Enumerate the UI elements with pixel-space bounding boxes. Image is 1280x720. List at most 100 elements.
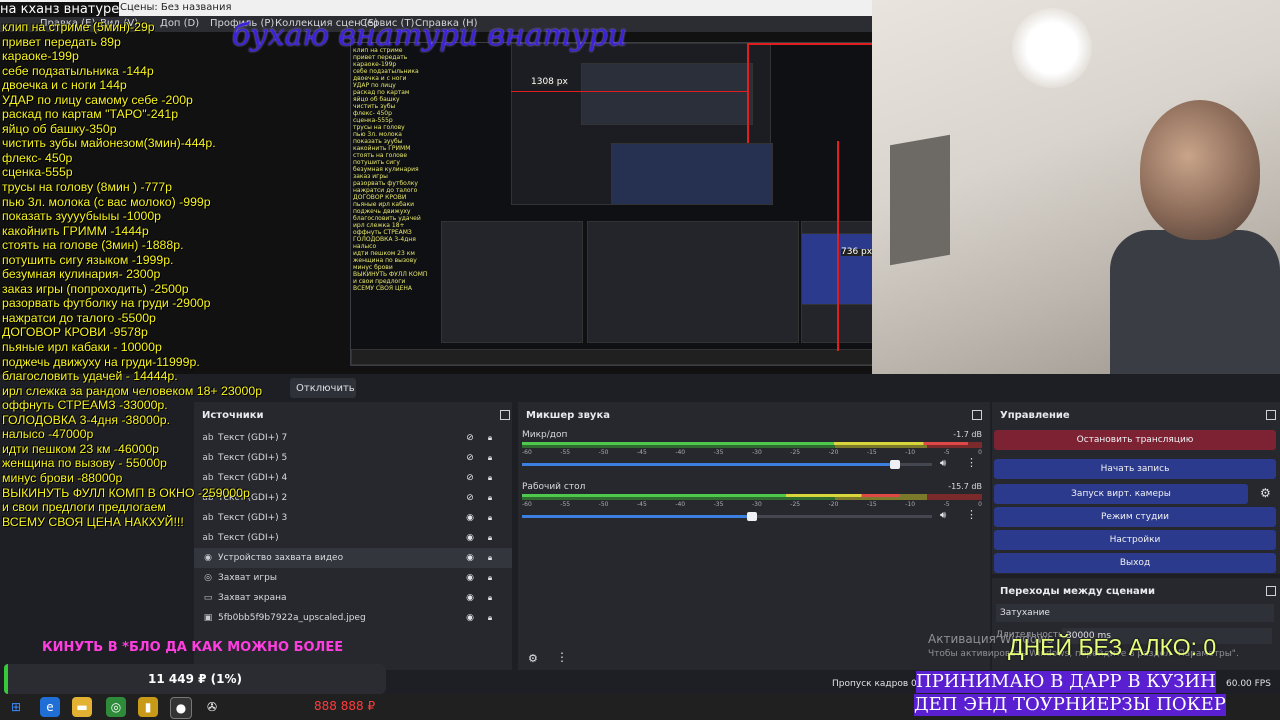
price-list-item: разорвать футболку на груди -2900р [2, 296, 211, 311]
lock-icon[interactable]: 🔒︎ [484, 528, 496, 548]
audio-level-meter [522, 442, 982, 448]
meter-tick-label: -45 [636, 501, 647, 508]
eye-icon[interactable]: ◉ [464, 548, 476, 568]
meter-ticks: -60 -55 -50 -45 -40 -35 -30 -25 -20 -15 -10 -5 0 [522, 449, 982, 456]
source-item[interactable]: ▭ Захват экрана ◉ 🔒︎ [194, 588, 512, 608]
price-list-item: женщина по вызову - 55000р [2, 456, 167, 471]
text-icon: ab [202, 533, 214, 543]
mixer-menu-kebab-icon[interactable]: ⋮ [556, 650, 568, 664]
virtual-camera-button[interactable]: Запуск вирт. камеры [994, 484, 1248, 504]
chrome-browser-icon[interactable]: ◎ [106, 697, 126, 717]
lock-icon[interactable]: 🔒︎ [484, 468, 496, 488]
meter-tick-label: -50 [598, 449, 609, 456]
meter-tick-label: -60 [522, 449, 532, 456]
price-list-item: ВЫКИНУТЬ ФУЛЛ КОМП В ОКНО -259000р [2, 485, 250, 500]
price-list-item: караоке-199р [2, 49, 79, 64]
mixer-settings-gear-icon[interactable]: ⚙ [528, 652, 538, 665]
price-list-item: двоечка и с ноги 144р [2, 78, 127, 93]
meter-tick-label: -10 [905, 449, 916, 456]
lock-icon[interactable]: 🔒︎ [484, 588, 496, 608]
eye-icon[interactable]: ◉ [464, 528, 476, 548]
eye-hidden-icon[interactable]: ⊘ [464, 448, 476, 468]
price-list-item: ДОГОВОР КРОВИ -9578р [2, 325, 148, 340]
donation-price-list: клип на стриме (5мин)-29р привет передать… [2, 4, 292, 529]
sources-undock-icon[interactable] [500, 410, 510, 420]
volume-slider[interactable] [522, 460, 932, 469]
nested-px-label-2: 736 px [841, 247, 873, 257]
obs-studio-icon[interactable]: ● [170, 697, 192, 719]
price-list-item: какойнить ГРИММ -1444р [2, 223, 149, 238]
controls-title: Управление [1000, 410, 1070, 421]
meter-tick-label: -10 [905, 501, 916, 508]
lock-icon[interactable]: 🔒︎ [484, 488, 496, 508]
start-menu-icon[interactable]: ⊞ [6, 697, 26, 717]
lock-icon[interactable]: 🔒︎ [484, 548, 496, 568]
eye-icon[interactable]: ◉ [464, 588, 476, 608]
edge-browser-icon[interactable]: e [40, 697, 60, 717]
eye-hidden-icon[interactable]: ⊘ [464, 428, 476, 448]
stop-stream-button[interactable]: Остановить трансляцию [994, 430, 1276, 450]
mixer-channel-db: -1.7 dB [953, 430, 982, 439]
yellow-app-icon[interactable]: ▮ [138, 697, 158, 717]
disconnect-button[interactable]: Отключить [290, 378, 356, 398]
meter-tick-label: -5 [943, 501, 950, 508]
meter-tick-label: -30 [751, 501, 762, 508]
speaker-icon[interactable]: 🔊︎ [940, 458, 946, 469]
transitions-undock-icon[interactable] [1266, 586, 1276, 596]
webcam-person-body [1110, 230, 1280, 374]
source-item[interactable]: ▣ 5fb0bb5f9b7922a_upscaled.jpeg ◉ 🔒︎ [194, 608, 512, 628]
source-item[interactable]: ◎ Захват игры ◉ 🔒︎ [194, 568, 512, 588]
channel-menu-kebab-icon[interactable]: ⋮ [966, 508, 977, 521]
mixer-title: Микшер звука [526, 410, 610, 421]
webcam-person-head [1140, 100, 1260, 240]
mixer-channel-db: -15.7 dB [948, 482, 982, 491]
price-list-item: потушить сигу языком -1999р. [2, 252, 174, 267]
camera-icon: ◉ [204, 553, 212, 563]
eye-hidden-icon[interactable]: ⊘ [464, 468, 476, 488]
volume-slider[interactable] [522, 512, 932, 521]
lock-icon[interactable]: 🔒︎ [484, 608, 496, 628]
volume-slider-handle[interactable] [746, 512, 757, 521]
mixer-channel-name: Рабочий стол [522, 482, 586, 492]
eye-icon[interactable]: ◉ [464, 508, 476, 528]
lock-icon[interactable]: 🔒︎ [484, 568, 496, 588]
lock-icon[interactable]: 🔒︎ [484, 448, 496, 468]
eye-icon[interactable]: ◉ [464, 608, 476, 628]
audio-level-meter-fill [522, 442, 969, 445]
meter-tick-label: -15 [866, 501, 877, 508]
transition-type-select[interactable]: Затухание [996, 604, 1274, 622]
source-item[interactable]: ab Текст (GDI+) ◉ 🔒︎ [194, 528, 512, 548]
donation-goal-title: КИНУТЬ В *БЛО ДА КАК МОЖНО БОЛЕЕ [42, 640, 344, 655]
meter-tick-label: -30 [751, 449, 762, 456]
channel-menu-kebab-icon[interactable]: ⋮ [966, 456, 977, 469]
price-list-item: безумная кулинария- 2300р [2, 267, 161, 282]
price-list-item: пьяные ирл кабаки - 10000р [2, 340, 162, 355]
audio-mixer-dock: Микшер звука Микр/доп -1.7 dB -60 -55 -50 -45… [518, 402, 990, 670]
settings-button[interactable]: Настройки [994, 530, 1276, 550]
virtual-camera-settings-gear-icon[interactable]: ⚙ [1260, 486, 1271, 500]
source-item-label: Захват игры [218, 573, 277, 583]
eye-hidden-icon[interactable]: ⊘ [464, 488, 476, 508]
exit-button[interactable]: Выход [994, 553, 1276, 573]
file-explorer-icon[interactable]: ▬ [72, 697, 92, 717]
meter-tick-label: -25 [790, 449, 801, 456]
steam-icon[interactable]: ✇ [202, 697, 222, 717]
mixer-channel: Рабочий стол -15.7 dB -60 -55 -50 -45 -40 -35 -3… [522, 482, 982, 528]
meter-tick-label: 0 [978, 449, 982, 456]
price-list-item: идти пешком 23 км -46000р [2, 441, 160, 456]
eye-icon[interactable]: ◉ [464, 568, 476, 588]
speaker-icon[interactable]: 🔊︎ [940, 510, 946, 521]
meter-tick-label: -40 [675, 501, 686, 508]
volume-slider-handle[interactable] [890, 460, 901, 469]
mixer-channels: Микр/доп -1.7 dB -60 -55 -50 -45 -40 -35 -30 -25-… [518, 430, 990, 630]
start-recording-button[interactable]: Начать запись [994, 459, 1276, 479]
lock-icon[interactable]: 🔒︎ [484, 428, 496, 448]
audio-level-meter-fill [522, 494, 900, 497]
controls-undock-icon[interactable] [1266, 410, 1276, 420]
mixer-undock-icon[interactable] [972, 410, 982, 420]
source-item[interactable]: ◉ Устройство захвата видео ◉ 🔒︎ [194, 548, 512, 568]
price-list-item: показать зуууубыыы -1000р [2, 209, 162, 224]
price-list-item: нажратси до талого -5500р [2, 310, 156, 325]
studio-mode-button[interactable]: Режим студии [994, 507, 1276, 527]
lock-icon[interactable]: 🔒︎ [484, 508, 496, 528]
